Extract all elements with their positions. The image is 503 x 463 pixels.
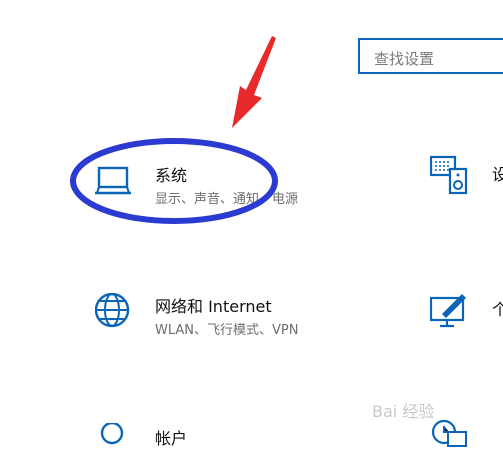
watermark: Bai 经验 [372, 398, 434, 422]
search-placeholder: 查找设置 [374, 50, 435, 68]
time-language-icon [431, 419, 467, 447]
tile-subtitle: WLAN、飞行模式、VPN [155, 323, 299, 338]
tile-title: 个 [492, 300, 503, 319]
personalization-icon [430, 294, 466, 328]
globe-icon [95, 293, 130, 328]
tile-title: 设 [492, 165, 503, 184]
tile-title: 帐户 [155, 429, 188, 448]
red-arrow [232, 36, 276, 128]
tile-title: 系统 [155, 166, 188, 185]
tile-subtitle: 显示、声音、通知、电源 [155, 192, 299, 207]
device-icon [430, 155, 468, 195]
search-settings-input[interactable]: 查找设置 [358, 38, 503, 74]
watermark-text: Bai 经验 [372, 402, 435, 421]
laptop-icon [95, 166, 131, 195]
person-icon [100, 423, 124, 445]
tile-title: 网络和 Internet [155, 297, 272, 316]
